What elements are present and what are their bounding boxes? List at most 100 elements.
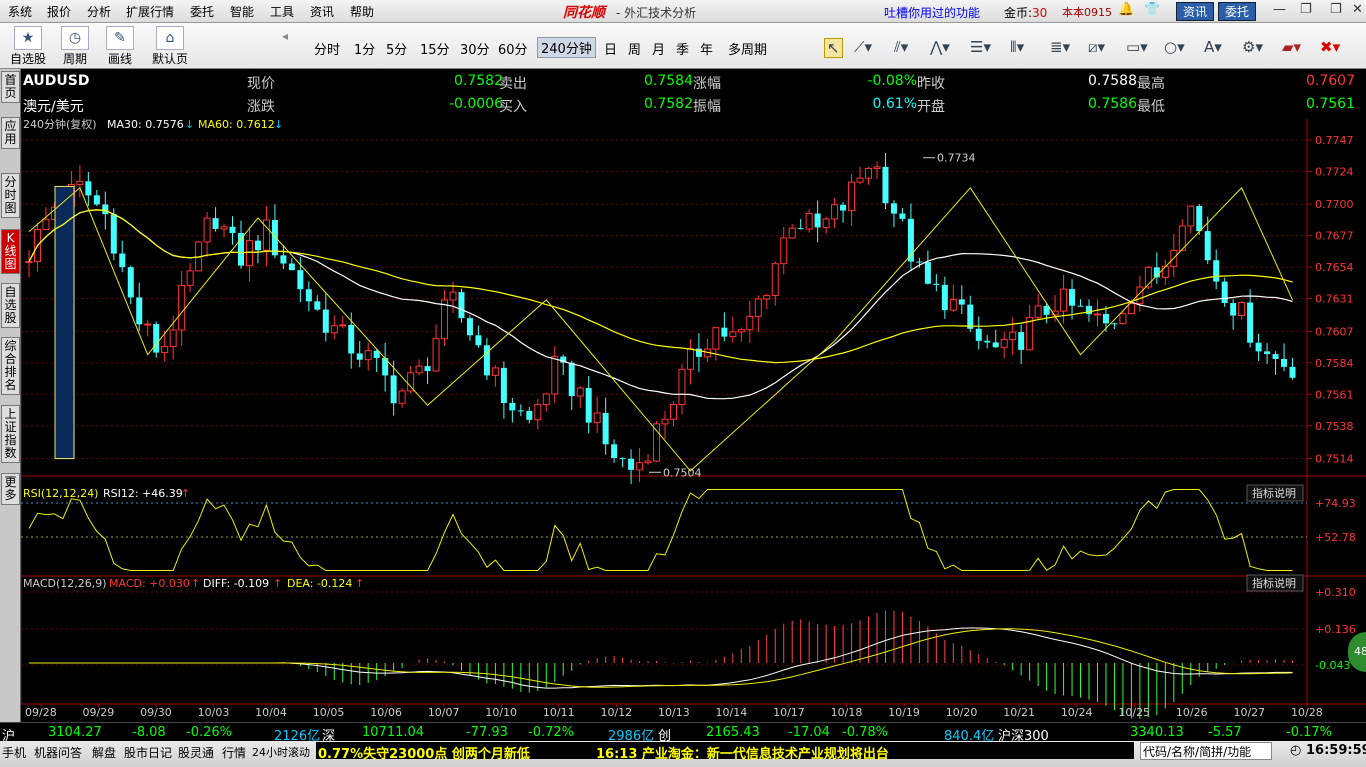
- cursor-icon[interactable]: ↖: [824, 38, 843, 58]
- candle-body-down: [305, 289, 312, 302]
- period-year[interactable]: 年: [700, 39, 713, 58]
- candle-body-up: [1093, 313, 1101, 316]
- menu-help[interactable]: 帮助: [350, 3, 374, 20]
- bars-tool-icon[interactable]: ⦀▾: [1010, 38, 1024, 56]
- tab-more[interactable]: 更多: [1, 473, 20, 505]
- label-open: 开盘: [917, 99, 945, 115]
- menu-smart[interactable]: 智能: [230, 3, 254, 20]
- candle-body-up: [856, 177, 864, 183]
- kline-chart[interactable]: 0.7734 0.7504 0.7747 0.7724 0.7700 0.7677 0.7…: [21, 117, 1366, 721]
- candle-body-down: [1086, 305, 1092, 315]
- period-day[interactable]: 日: [604, 39, 617, 58]
- period-season[interactable]: 季: [676, 39, 689, 58]
- search-box[interactable]: 代码/名称/简拼/功能: [1140, 742, 1272, 760]
- date-tick-label: 10/21: [1003, 706, 1035, 719]
- parallel-tool-icon[interactable]: ⫽▾: [894, 38, 908, 56]
- draw-tool[interactable]: ✎ 画线: [100, 26, 140, 67]
- bell-icon[interactable]: 🔔: [1118, 2, 1134, 17]
- restore-button[interactable]: ❐: [1300, 2, 1312, 17]
- menu-tools[interactable]: 工具: [270, 3, 294, 20]
- period-1min[interactable]: 1分: [354, 39, 375, 58]
- candle-body-up: [1187, 205, 1195, 227]
- candle-body-up: [220, 226, 228, 230]
- period-30min[interactable]: 30分: [460, 39, 490, 58]
- candle-body-up: [203, 217, 211, 243]
- news-button[interactable]: 资讯: [1176, 2, 1215, 21]
- close-button[interactable]: ✕: [1352, 2, 1363, 17]
- trade-button[interactable]: 委托: [1218, 2, 1257, 21]
- candle-body-up: [593, 412, 601, 424]
- watchlist-tool[interactable]: ★ 自选股: [8, 26, 48, 67]
- tab-watchlist[interactable]: 自选股: [1, 283, 20, 328]
- period-week[interactable]: 周: [628, 39, 641, 58]
- news-marquee[interactable]: 0.77%失守23000点 创两个月新低 16:13 产业淘金：新一代信息技术产…: [316, 742, 1134, 762]
- candle-body-down: [517, 410, 524, 412]
- candle-body-down: [1281, 358, 1288, 367]
- period-5min[interactable]: 5分: [386, 39, 407, 58]
- label-amplitude: 振幅: [693, 99, 721, 115]
- line-tool-icon[interactable]: ⟋▾: [854, 38, 872, 56]
- gann-tool-icon[interactable]: ⧄▾: [1088, 38, 1105, 56]
- date-tick-label: 10/17: [773, 706, 805, 719]
- bottom-stock-link[interactable]: 股灵通: [178, 744, 214, 761]
- symbol-name: 澳元/美元: [23, 99, 84, 115]
- text-tool-icon[interactable]: A▾: [1204, 38, 1222, 56]
- ellipse-tool-icon[interactable]: ○▾: [1164, 38, 1185, 56]
- candle-body-down: [958, 299, 965, 305]
- menu-quote[interactable]: 报价: [47, 3, 71, 20]
- value-ask: 0.7584: [644, 73, 693, 89]
- feedback-link[interactable]: 吐槽你用过的功能: [884, 4, 980, 21]
- fib-tool-icon[interactable]: ☰▾: [970, 38, 991, 56]
- menu-analysis[interactable]: 分析: [87, 3, 111, 20]
- period-timeshare[interactable]: 分时: [314, 39, 340, 58]
- channel-tool-icon[interactable]: ≣▾: [1050, 38, 1070, 56]
- menu-news[interactable]: 资讯: [310, 3, 334, 20]
- tab-ranking[interactable]: 综合排名: [1, 337, 20, 395]
- restore2-button[interactable]: ❐: [1330, 2, 1342, 17]
- candle-body-up: [949, 298, 957, 311]
- candle-body-down: [127, 267, 134, 298]
- bottom-phone[interactable]: 手机: [2, 744, 26, 761]
- hs300-index: 3340.13: [1130, 725, 1184, 740]
- hs300-change: -5.57: [1208, 725, 1242, 740]
- period-15min[interactable]: 15分: [420, 39, 450, 58]
- minimize-button[interactable]: —: [1273, 2, 1286, 17]
- menu-extended[interactable]: 扩展行情: [126, 3, 174, 20]
- bottom-robot-qa[interactable]: 机器问答: [34, 744, 82, 761]
- news-item-1[interactable]: 0.77%失守23000点 创两个月新低: [318, 743, 530, 762]
- menu-trade[interactable]: 委托: [190, 3, 214, 20]
- period-tool[interactable]: ◷ 周期: [55, 26, 95, 67]
- period-multi[interactable]: 多周期: [728, 39, 767, 58]
- tab-home[interactable]: 首页: [1, 71, 20, 103]
- bottom-diary[interactable]: 股市日记: [124, 744, 172, 761]
- candle-body-down: [314, 301, 321, 310]
- bottom-24h-scroll[interactable]: 24小时滚动: [252, 744, 310, 760]
- left-tab-bar: 首页 应用 分时图 K线图 自选股 综合排名 上证指数 更多: [0, 69, 21, 723]
- delete-x-icon[interactable]: ✖▾: [1320, 38, 1340, 56]
- shirt-icon[interactable]: 👕: [1144, 2, 1160, 17]
- wave-tool-icon[interactable]: ⋀▾: [930, 38, 950, 56]
- bottom-analysis[interactable]: 解盘: [92, 744, 116, 761]
- clock-icon: ◷: [61, 26, 89, 50]
- price-tick-label: 0.7700: [1315, 198, 1354, 211]
- bottom-market[interactable]: 行情: [222, 744, 246, 761]
- tab-kline[interactable]: K线图: [1, 229, 20, 274]
- candle-body-up: [491, 367, 499, 376]
- menu-system[interactable]: 系统: [8, 3, 32, 20]
- collapse-arrow-icon[interactable]: ◂: [282, 29, 288, 43]
- date-tick-label: 10/20: [946, 706, 978, 719]
- period-month[interactable]: 月: [652, 39, 665, 58]
- date-tick-label: 10/14: [716, 706, 748, 719]
- dea-value: DEA: -0.124: [287, 577, 352, 590]
- default-page-tool[interactable]: ⌂ 默认页: [150, 26, 190, 67]
- period-240min[interactable]: 240分钟: [537, 37, 596, 58]
- tab-apps[interactable]: 应用: [1, 117, 20, 149]
- settings-gear-icon[interactable]: ⚙▾: [1242, 38, 1263, 56]
- tab-timeshare[interactable]: 分时图: [1, 173, 20, 218]
- news-item-2[interactable]: 16:13 产业淘金：新一代信息技术产业规划将出台: [596, 743, 889, 762]
- rect-tool-icon[interactable]: ▭▾: [1126, 38, 1148, 56]
- tab-sh-index[interactable]: 上证指数: [1, 405, 20, 463]
- bookmark-icon[interactable]: ▰▾: [1282, 38, 1301, 56]
- period-60min[interactable]: 60分: [498, 39, 528, 58]
- candle-body-up: [1034, 305, 1042, 318]
